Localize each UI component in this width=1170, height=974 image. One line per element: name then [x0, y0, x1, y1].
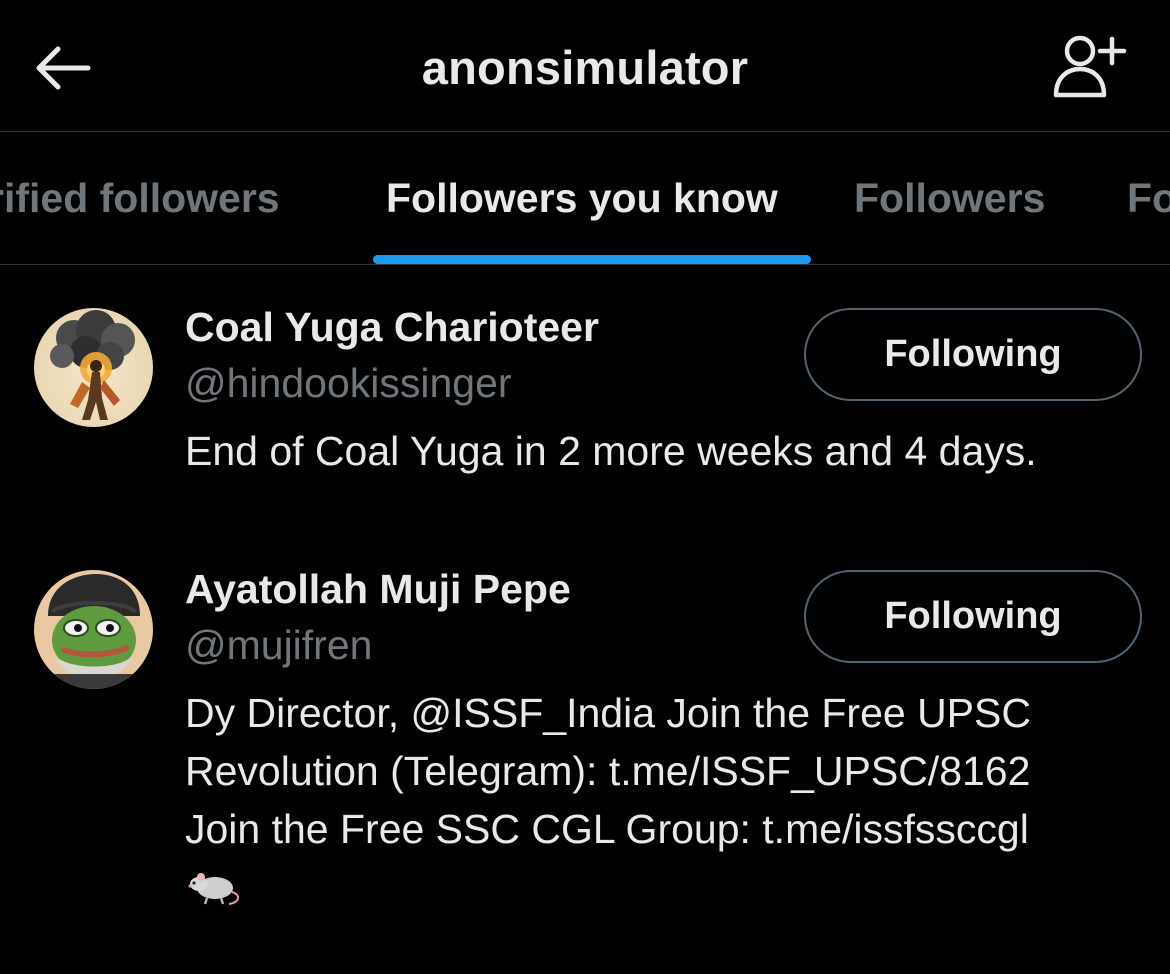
- add-user-icon: [1053, 35, 1127, 98]
- tab-followers-you-know[interactable]: Followers you know: [386, 175, 778, 222]
- avatar-image: [34, 308, 153, 427]
- active-tab-indicator: [373, 255, 811, 264]
- following-button[interactable]: Following: [804, 570, 1142, 663]
- add-user-button[interactable]: [1042, 26, 1138, 106]
- user-bio: Dy Director, @ISSF_India Join the Free U…: [185, 684, 1145, 923]
- rat-emoji-icon: [185, 862, 243, 923]
- tab-verified-followers[interactable]: rified followers: [0, 175, 280, 222]
- user-handle[interactable]: @hindookissinger: [185, 360, 512, 407]
- user-handle[interactable]: @mujifren: [185, 622, 372, 669]
- bio-line: Revolution (Telegram): t.me/ISSF_UPSC/81…: [185, 748, 1031, 794]
- tab-following[interactable]: Fo: [1127, 175, 1170, 222]
- tab-followers[interactable]: Followers: [854, 175, 1045, 222]
- user-bio: End of Coal Yuga in 2 more weeks and 4 d…: [185, 422, 1145, 480]
- top-bar: anonsimulator: [0, 0, 1170, 132]
- user-name[interactable]: Ayatollah Muji Pepe: [185, 566, 571, 613]
- bio-line: Join the Free SSC CGL Group: t.me/issfss…: [185, 806, 1029, 852]
- tab-bar: rified followers Followers you know Foll…: [0, 133, 1170, 265]
- user-name[interactable]: Coal Yuga Charioteer: [185, 304, 599, 351]
- avatar[interactable]: [34, 308, 153, 427]
- bio-line: Dy Director, @ISSF_India Join the Free U…: [185, 690, 1031, 736]
- avatar[interactable]: [34, 570, 153, 689]
- page-title: anonsimulator: [421, 41, 749, 94]
- avatar-image: [34, 570, 153, 689]
- bio-line: End of Coal Yuga in 2 more weeks and 4 d…: [185, 428, 1037, 474]
- following-button[interactable]: Following: [804, 308, 1142, 401]
